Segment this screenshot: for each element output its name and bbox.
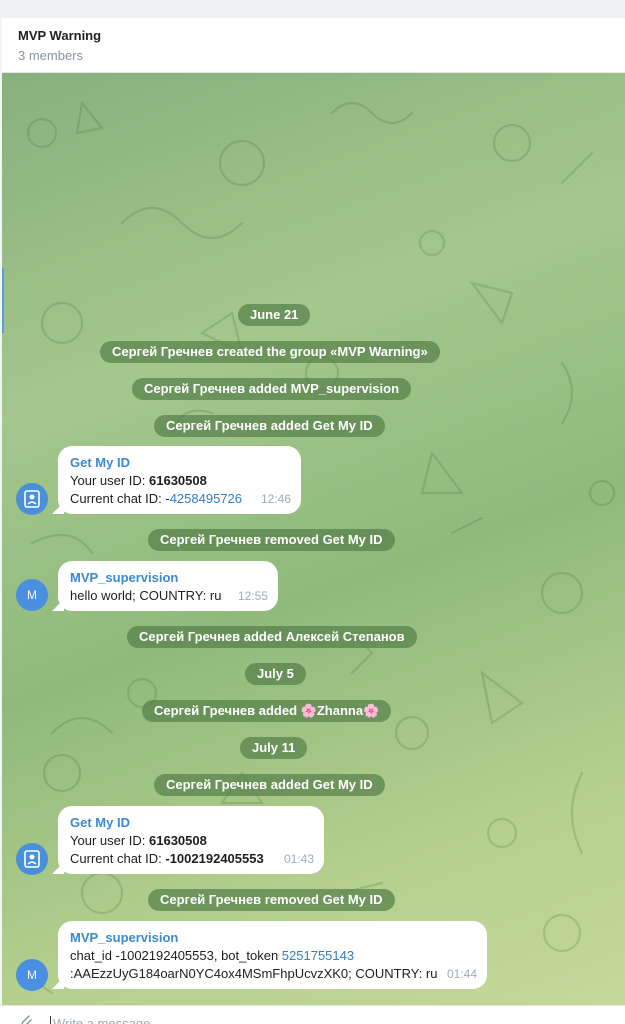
window-top-strip xyxy=(0,0,625,18)
message-text: hello world; COUNTRY: ru xyxy=(70,588,222,603)
paperclip-icon[interactable] xyxy=(18,1012,34,1024)
scroll-accent xyxy=(2,268,4,333)
message-bubble[interactable]: MVP_supervision hello world; COUNTRY: ru… xyxy=(58,561,278,611)
message-bubble[interactable]: Get My ID Your user ID: 61630508 Current… xyxy=(58,806,324,874)
message-time: 01:44 xyxy=(446,967,477,981)
user-avatar[interactable]: M xyxy=(16,959,48,991)
service-message: Сергей Гречнев added 🌸Zhanna🌸 xyxy=(142,700,392,722)
message-sender[interactable]: Get My ID xyxy=(70,814,312,832)
message-bubble[interactable]: Get My ID Your user ID: 61630508 Current… xyxy=(58,446,301,514)
service-message: Сергей Гречнев added MVP_supervision xyxy=(132,378,412,400)
message-line-chat-id: Current chat ID: -1002192405553 xyxy=(70,851,264,866)
id-card-icon xyxy=(24,850,40,868)
date-separator: July 11 xyxy=(240,737,308,759)
message-bubble[interactable]: MVP_supervision chat_id -1002192405553, … xyxy=(58,921,487,989)
service-message: Сергей Гречнев removed Get My ID xyxy=(148,889,395,911)
message-text-line: :AAEzzUyG184oarN0YC4ox4MSmFhpUcvzXK0; CO… xyxy=(70,966,438,981)
message-line-chat-id: Current chat ID: -4258495726 xyxy=(70,491,243,506)
service-message: Сергей Гречнев created the group «MVP Wa… xyxy=(100,341,440,363)
chat-area[interactable]: June 21 Сергей Гречнев created the group… xyxy=(2,73,625,1005)
id-card-icon xyxy=(24,490,40,508)
chat-id-link[interactable]: 4258495726 xyxy=(170,491,242,506)
service-message: Сергей Гречнев added Алексей Степанов xyxy=(127,626,417,648)
message-composer[interactable]: Write a message... xyxy=(0,1005,625,1024)
message-time: 12:46 xyxy=(260,492,291,506)
message-line-user-id: Your user ID: 61630508 xyxy=(70,833,207,848)
message-sender[interactable]: MVP_supervision xyxy=(70,929,475,947)
bot-avatar[interactable] xyxy=(16,483,48,515)
message-text-line: chat_id -1002192405553, bot_token 525175… xyxy=(70,948,355,963)
service-message: Сергей Гречнев removed Get My ID xyxy=(148,529,395,551)
user-avatar[interactable]: M xyxy=(16,579,48,611)
service-message: Сергей Гречнев added Get My ID xyxy=(154,415,385,437)
message-input[interactable]: Write a message... xyxy=(50,1016,161,1024)
message-sender[interactable]: Get My ID xyxy=(70,454,289,472)
message-line-user-id: Your user ID: 61630508 xyxy=(70,473,207,488)
chat-title[interactable]: MVP Warning xyxy=(18,28,101,43)
date-separator: June 21 xyxy=(238,304,311,326)
service-message: Сергей Гречнев added Get My ID xyxy=(154,774,385,796)
chat-header[interactable]: MVP Warning 3 members xyxy=(2,18,625,73)
message-time: 01:43 xyxy=(283,852,314,866)
message-sender[interactable]: MVP_supervision xyxy=(70,569,266,587)
bot-avatar[interactable] xyxy=(16,843,48,875)
token-link[interactable]: 5251755143 xyxy=(282,948,354,963)
members-count[interactable]: 3 members xyxy=(18,48,83,63)
date-separator: July 5 xyxy=(245,663,306,685)
message-time: 12:55 xyxy=(237,589,268,603)
